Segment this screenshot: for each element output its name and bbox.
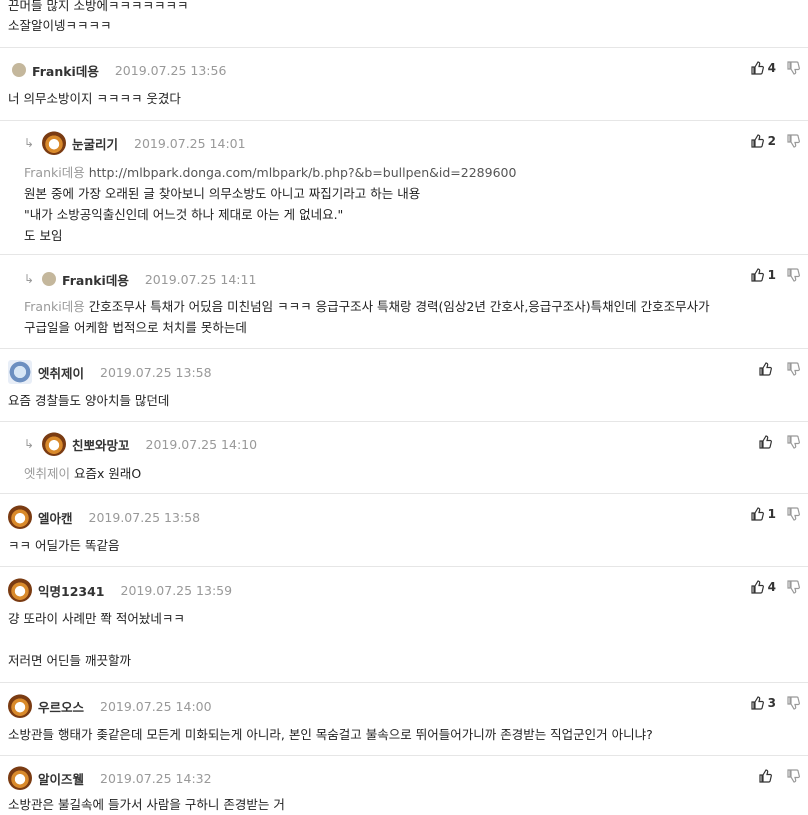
comment-text-line: 요즘 경찰들도 양아치들 많던데: [8, 393, 170, 408]
reply-arrow-icon: ↳: [24, 272, 35, 286]
avatar: [42, 131, 66, 155]
thumbs-down-icon[interactable]: [786, 696, 800, 710]
thumbs-up-icon[interactable]: [750, 134, 764, 148]
thumbs-up-icon[interactable]: [758, 362, 772, 376]
reply-target[interactable]: Franki데용: [24, 299, 85, 314]
reply-target[interactable]: Franki데용: [24, 165, 85, 180]
thumbs-down-icon[interactable]: [786, 435, 800, 449]
comment-reply: ↳ 눈굴리기 2019.07.25 14:01 2 Franki데용 http:/…: [0, 121, 808, 255]
comment-date: 2019.07.25 14:10: [145, 436, 258, 452]
comment-text-line: 저러면 어딘들 깨끗할까: [8, 653, 131, 668]
avatar: [8, 505, 32, 529]
comment-text-line: 간호조무사 특채가 어딨음 미친넘임 ㅋㅋㅋ 응급구조사 특채랑 경력(임상2년…: [88, 299, 710, 314]
comment-text-line: 너 의무소방이지 ㅋㅋㅋㅋ 웃겼다: [8, 91, 181, 106]
comment-text-line: 소잘알이넹ㅋㅋㅋㅋ: [8, 18, 112, 33]
thumbs-up-icon[interactable]: [750, 507, 764, 521]
comment-text-line: 걍 또라이 사례만 쫙 적어놨네ㅋㅋ: [8, 611, 185, 626]
avatar: [42, 272, 56, 286]
comment-author[interactable]: 엘아캔: [38, 508, 73, 527]
like-count: 1: [767, 268, 776, 282]
comment-date: 2019.07.25 13:58: [100, 364, 212, 380]
comment-link[interactable]: http://mlbpark.donga.com/mlbpark/b.php?&…: [89, 165, 517, 180]
comment-author[interactable]: 엣취제이: [38, 363, 84, 382]
comment-reply: ↳ 친뽀와망꼬 2019.07.25 14:10 엣취제이 요즘x 원래O: [0, 422, 808, 494]
comment-author[interactable]: 친뽀와망꼬: [72, 435, 130, 454]
thumbs-down-icon[interactable]: [786, 507, 800, 521]
like-count: 4: [767, 61, 776, 75]
comment-text-line: 구급일을 어케함 법적으로 처치를 못하는데: [24, 320, 247, 335]
comment: 엣취제이 2019.07.25 13:58 요즘 경찰들도 양아치들 많던데: [0, 349, 808, 422]
comment-author[interactable]: Franki데용: [62, 270, 129, 289]
comment-text-line: ㅋㅋ 어딜가든 똑같음: [8, 538, 120, 553]
comment: 우르오스 2019.07.25 14:00 3 소방관들 행태가 좆같은데 모든…: [0, 683, 808, 756]
comment-date: 2019.07.25 13:59: [120, 582, 233, 598]
avatar: [12, 63, 26, 77]
comment-text-line: 도 보임: [24, 228, 63, 243]
thumbs-down-icon[interactable]: [786, 268, 800, 282]
comment-date: 2019.07.25 13:56: [114, 62, 227, 78]
comment-date: 2019.07.25 14:32: [100, 770, 212, 786]
reply-target[interactable]: 엣취제이: [24, 466, 70, 481]
like-count: 1: [767, 507, 776, 521]
comment: 알이즈웰 2019.07.25 14:32 소방관은 불길속에 들가서 사람을 …: [0, 756, 808, 815]
avatar: [8, 360, 32, 384]
thumbs-up-icon[interactable]: [758, 435, 772, 449]
comment-text-line: "내가 소방공익출신인데 어느것 하나 제대로 아는 게 없네요.": [24, 207, 344, 222]
thumbs-down-icon[interactable]: [786, 580, 800, 594]
comment-text-line: 소방관들 행태가 좆같은데 모든게 미화되는게 아니라, 본인 목숨걸고 불속으…: [8, 727, 653, 742]
avatar: [42, 432, 66, 456]
comment: Franki데용 2019.07.25 13:56 4 너 의무소방이지 ㅋㅋㅋ…: [0, 48, 808, 121]
comment-fragment: 끈머들 많지 소방에ㅋㅋㅋㅋㅋㅋㅋ 소잘알이넹ㅋㅋㅋㅋ: [0, 0, 808, 36]
thumbs-down-icon[interactable]: [786, 61, 800, 75]
comment-author[interactable]: 익명12341: [38, 581, 105, 600]
comment-date: 2019.07.25 14:11: [144, 271, 257, 287]
like-count: 4: [767, 580, 776, 594]
comment-text-line: 끈머들 많지 소방에ㅋㅋㅋㅋㅋㅋㅋ: [8, 0, 189, 13]
thumbs-up-icon[interactable]: [750, 268, 764, 282]
comment-text-line: 원본 중에 가장 오래된 글 찾아보니 의무소방도 아니고 짜집기라고 하는 내…: [24, 186, 421, 201]
comment-author[interactable]: Franki데용: [32, 61, 99, 80]
like-count: 3: [767, 696, 776, 710]
avatar: [8, 766, 32, 790]
comment-date: 2019.07.25 13:58: [88, 509, 201, 525]
like-count: 2: [767, 134, 776, 148]
thumbs-up-icon[interactable]: [758, 769, 772, 783]
thumbs-up-icon[interactable]: [750, 580, 764, 594]
thumbs-down-icon[interactable]: [786, 134, 800, 148]
reply-arrow-icon: ↳: [24, 437, 35, 451]
comment-author[interactable]: 눈굴리기: [72, 134, 118, 153]
thumbs-down-icon[interactable]: [786, 769, 800, 783]
comment-date: 2019.07.25 14:01: [134, 135, 246, 151]
comment-text-line: 요즘x 원래O: [74, 466, 142, 481]
comment-date: 2019.07.25 14:00: [100, 698, 212, 714]
comment: 익명12341 2019.07.25 13:59 4 걍 또라이 사례만 쫙 적…: [0, 567, 808, 683]
comment-author[interactable]: 알이즈웰: [38, 769, 84, 788]
avatar: [8, 694, 32, 718]
comment-reply: ↳ Franki데용 2019.07.25 14:11 1 Franki데용 간호…: [0, 255, 808, 349]
comment: 엘아캔 2019.07.25 13:58 1 ㅋㅋ 어딜가든 똑같음: [0, 494, 808, 567]
comment-author[interactable]: 우르오스: [38, 697, 84, 716]
thumbs-up-icon[interactable]: [750, 696, 764, 710]
comment-text-line: 소방관은 불길속에 들가서 사람을 구하니 존경받는 거: [8, 797, 285, 812]
thumbs-up-icon[interactable]: [750, 61, 764, 75]
thumbs-down-icon[interactable]: [786, 362, 800, 376]
comment-text-line: [8, 629, 800, 650]
avatar: [8, 578, 32, 602]
reply-arrow-icon: ↳: [24, 136, 35, 150]
